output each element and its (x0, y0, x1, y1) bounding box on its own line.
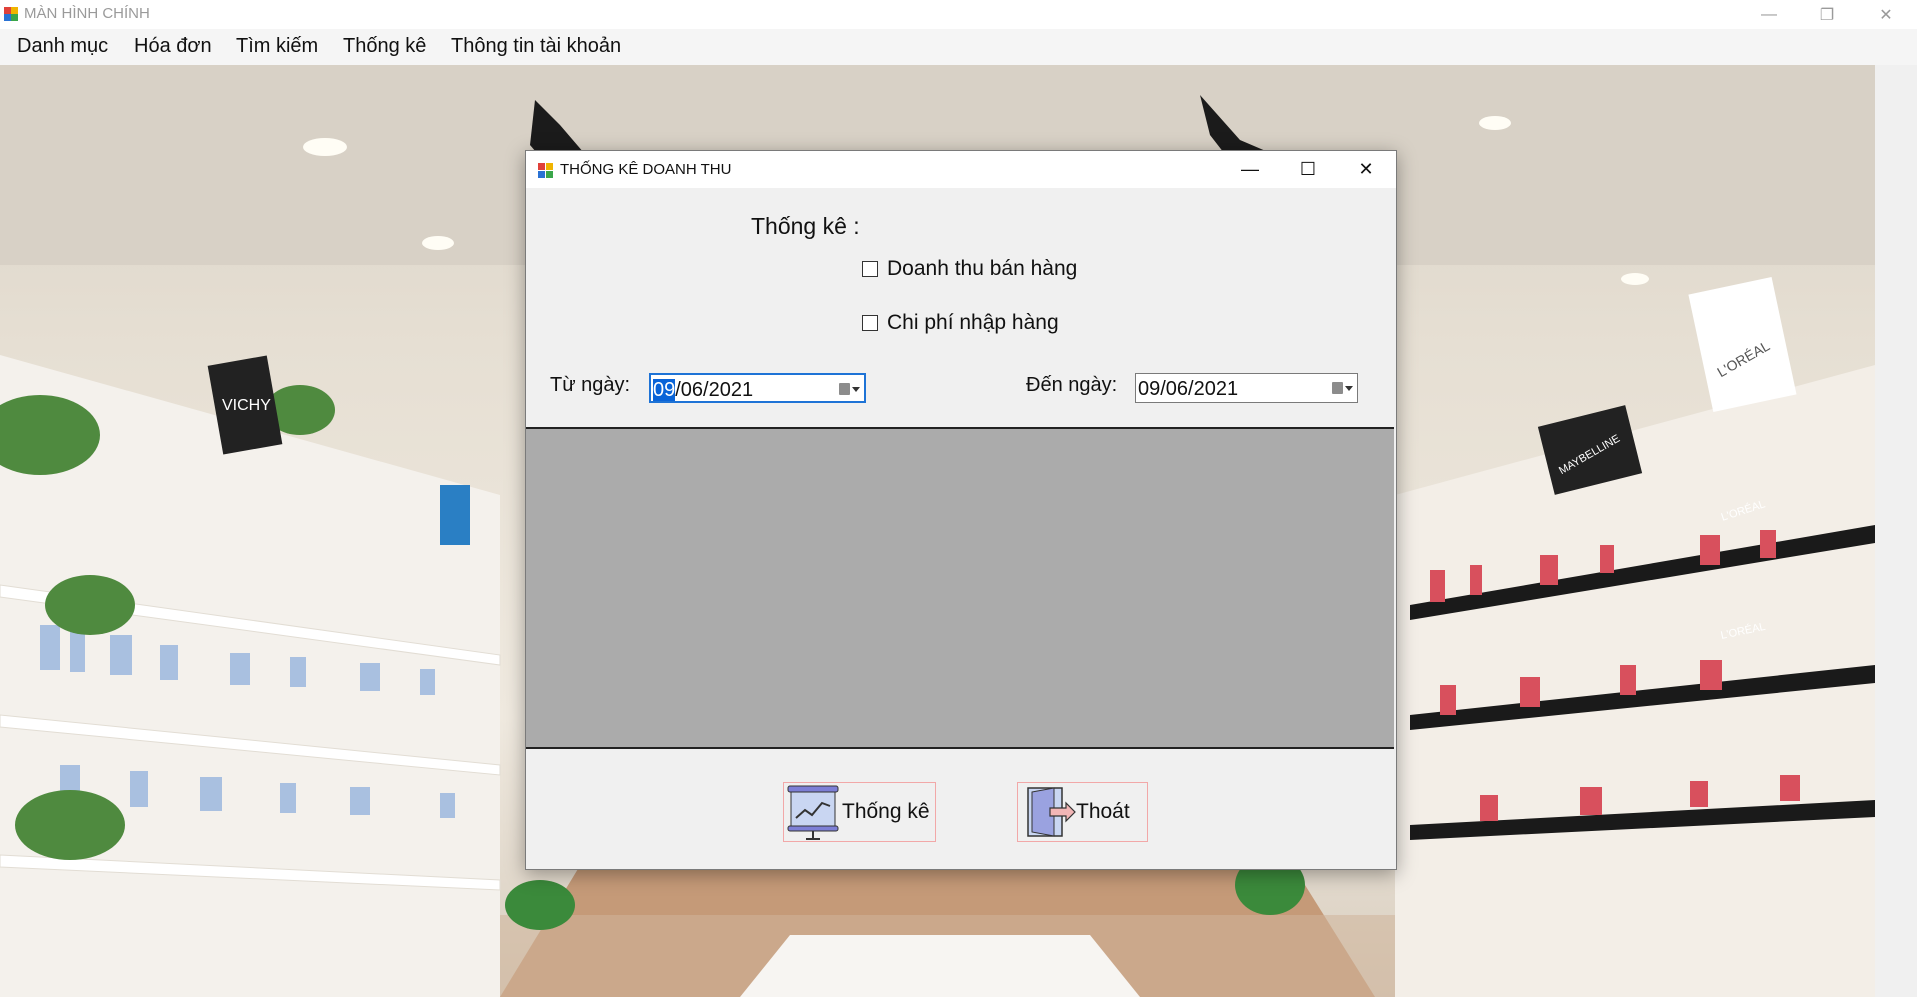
dialog-title: THỐNG KÊ DOANH THU (560, 161, 732, 178)
from-date-value[interactable]: 09/06/2021 (653, 379, 753, 402)
checkbox-revenue-label[interactable]: Doanh thu bán hàng (887, 257, 1077, 281)
sign-vichy: VICHY (222, 397, 271, 414)
dropdown-arrow-icon[interactable] (1345, 386, 1353, 391)
checkbox-revenue[interactable]: Doanh thu bán hàng (862, 257, 1077, 281)
statistics-heading: Thống kê : (751, 213, 860, 239)
checkbox-revenue-box[interactable] (862, 261, 878, 277)
statistics-button[interactable]: Thống kê (783, 782, 936, 842)
calendar-icon[interactable] (839, 383, 850, 395)
dialog-app-icon (538, 163, 553, 178)
minimize-button[interactable]: — (1740, 0, 1798, 29)
dialog-titlebar: THỐNG KÊ DOANH THU — ☐ ✕ (526, 151, 1396, 188)
from-date-label: Từ ngày: (550, 374, 631, 396)
from-date-rest: /06/2021 (675, 379, 754, 401)
to-date-label: Đến ngày: (1026, 374, 1118, 396)
menu-thong-tin-tai-khoan[interactable]: Thông tin tài khoản (451, 35, 621, 58)
main-window-titlebar: MÀN HÌNH CHÍNH — ❐ ✕ (0, 0, 1917, 29)
to-date-value[interactable]: 09/06/2021 (1138, 378, 1238, 401)
menu-bar: Danh mục Hóa đơn Tìm kiếm Thống kê Thông… (0, 29, 1917, 65)
checkbox-import-cost-box[interactable] (862, 315, 878, 331)
checkbox-import-cost-label: Chi phí nhập hàng (887, 311, 1059, 334)
exit-door-icon (1027, 787, 1076, 837)
checkbox-import-cost[interactable]: Chi phí nhập hàng (862, 311, 1059, 335)
dialog-close-button[interactable]: ✕ (1338, 151, 1394, 188)
main-window-title: MÀN HÌNH CHÍNH (24, 5, 150, 22)
dropdown-arrow-icon[interactable] (852, 387, 860, 392)
exit-button[interactable]: Thoát (1017, 782, 1148, 842)
from-date-picker[interactable]: 09/06/2021 (649, 373, 866, 403)
calendar-icon[interactable] (1332, 382, 1343, 394)
restore-button[interactable]: ❐ (1798, 0, 1856, 29)
statistics-button-label: Thống kê (842, 800, 930, 823)
menu-thong-ke[interactable]: Thống kê (343, 35, 426, 58)
close-button[interactable]: ✕ (1857, 0, 1915, 29)
app-icon (4, 7, 18, 21)
menu-tim-kiem[interactable]: Tìm kiếm (236, 35, 318, 58)
window-edge-strip (1875, 65, 1917, 997)
exit-button-label: Thoát (1076, 800, 1130, 823)
revenue-statistics-dialog: THỐNG KÊ DOANH THU — ☐ ✕ Thống kê : Doan… (525, 150, 1397, 870)
dialog-maximize-button[interactable]: ☐ (1280, 151, 1336, 188)
menu-hoa-don[interactable]: Hóa đơn (134, 35, 212, 58)
to-date-picker[interactable]: 09/06/2021 (1135, 373, 1358, 403)
report-viewer-area (526, 427, 1394, 749)
chart-presentation-icon (787, 785, 839, 840)
menu-danh-muc[interactable]: Danh mục (17, 35, 108, 58)
dialog-minimize-button[interactable]: — (1222, 151, 1278, 188)
from-date-selected-day: 09 (653, 379, 676, 401)
